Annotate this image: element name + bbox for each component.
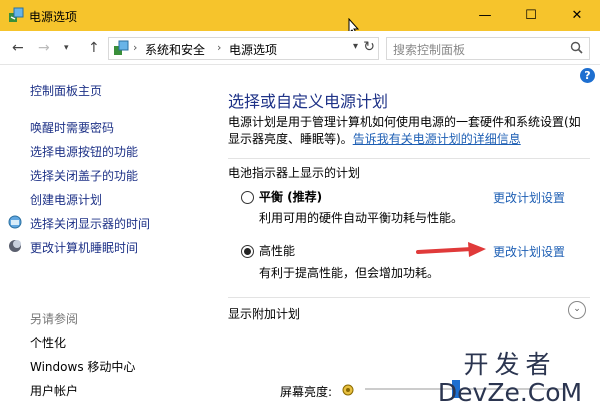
minimize-button[interactable]: —: [462, 0, 508, 31]
back-icon[interactable]: ←: [12, 40, 24, 56]
close-button[interactable]: ✕: [554, 0, 600, 31]
app-icon: [9, 7, 24, 22]
forward-icon[interactable]: →: [38, 40, 50, 56]
learn-more-link[interactable]: 告诉我有关电源计划的详细信息: [353, 132, 521, 146]
page-title: 选择或自定义电源计划: [228, 92, 389, 111]
search-icon[interactable]: [570, 41, 583, 54]
address-dropdown-icon[interactable]: ▾: [353, 41, 358, 52]
search-placeholder: 搜索控制面板: [393, 43, 466, 57]
see-also-personalization-link[interactable]: 个性化: [30, 334, 66, 351]
plan-high-performance-change-link[interactable]: 更改计划设置: [493, 243, 565, 260]
brightness-label: 屏幕亮度:: [280, 385, 333, 399]
group-title: 电池指示器上显示的计划: [228, 166, 361, 180]
control-panel-icon: [114, 40, 129, 55]
plan-balanced-name[interactable]: 平衡 (推荐): [259, 188, 322, 205]
refresh-icon[interactable]: ↻: [363, 39, 375, 55]
sidebar-home-link[interactable]: 控制面板主页: [30, 82, 102, 99]
see-also-user-accounts-link[interactable]: 用户帐户: [30, 382, 78, 399]
plan-high-performance-name[interactable]: 高性能: [259, 242, 295, 259]
moon-icon: [9, 240, 21, 252]
plan-high-performance-radio[interactable]: [241, 245, 254, 258]
title-bar: 电源选项 — ☐ ✕: [0, 0, 600, 31]
sidebar-display-off-link[interactable]: 选择关闭显示器的时间: [30, 215, 150, 232]
sidebar-power-button-link[interactable]: 选择电源按钮的功能: [30, 143, 138, 160]
shield-icon: [8, 215, 22, 229]
recent-dropdown-icon[interactable]: ▾: [64, 43, 69, 53]
plan-balanced-desc: 利用可用的硬件自动平衡功耗与性能。: [259, 211, 464, 225]
breadcrumb-power-options[interactable]: 电源选项: [229, 41, 277, 58]
address-bar: ← → ▾ ↑ › 系统和安全 › 电源选项 ▾ ↻ 搜索控制面板: [0, 31, 600, 65]
see-also-mobility-center-link[interactable]: Windows 移动中心: [30, 358, 135, 375]
address-box[interactable]: › 系统和安全 › 电源选项 ▾ ↻: [108, 37, 379, 60]
arrow-icon: [416, 242, 486, 257]
maximize-button[interactable]: ☐: [508, 0, 554, 31]
sidebar-sleep-link[interactable]: 更改计算机睡眠时间: [30, 239, 138, 256]
sidebar-create-plan-link[interactable]: 创建电源计划: [30, 191, 102, 208]
window-title: 电源选项: [29, 10, 78, 24]
plan-high-performance-desc: 有利于提高性能，但会增加功耗。: [259, 266, 440, 280]
sidebar-lid-link[interactable]: 选择关闭盖子的功能: [30, 167, 138, 184]
up-icon[interactable]: ↑: [88, 40, 100, 56]
breadcrumb-separator: ›: [133, 41, 138, 54]
search-input[interactable]: 搜索控制面板: [386, 37, 590, 60]
sun-icon: [342, 384, 354, 396]
radio-selected-dot: [244, 248, 251, 255]
show-additional-plans-label[interactable]: 显示附加计划: [228, 305, 300, 322]
help-icon[interactable]: ?: [580, 68, 595, 83]
breadcrumb-system-security[interactable]: 系统和安全: [145, 41, 205, 58]
page-description: 电源计划是用于管理计算机如何使用电源的一套硬件和系统设置(如显示器亮度、睡眠等)…: [228, 114, 590, 148]
plan-balanced-change-link[interactable]: 更改计划设置: [493, 189, 565, 206]
expand-icon[interactable]: ⌄: [568, 301, 586, 319]
sidebar-wake-password-link[interactable]: 唤醒时需要密码: [30, 119, 114, 136]
see-also-heading: 另请参阅: [30, 312, 79, 326]
divider: [228, 158, 590, 159]
watermark-line1: 开发者: [463, 350, 557, 379]
breadcrumb-separator: ›: [217, 41, 222, 54]
watermark-line2: DevZe.CoM: [437, 378, 583, 407]
plan-balanced-radio[interactable]: [241, 191, 254, 204]
divider: [228, 297, 590, 298]
